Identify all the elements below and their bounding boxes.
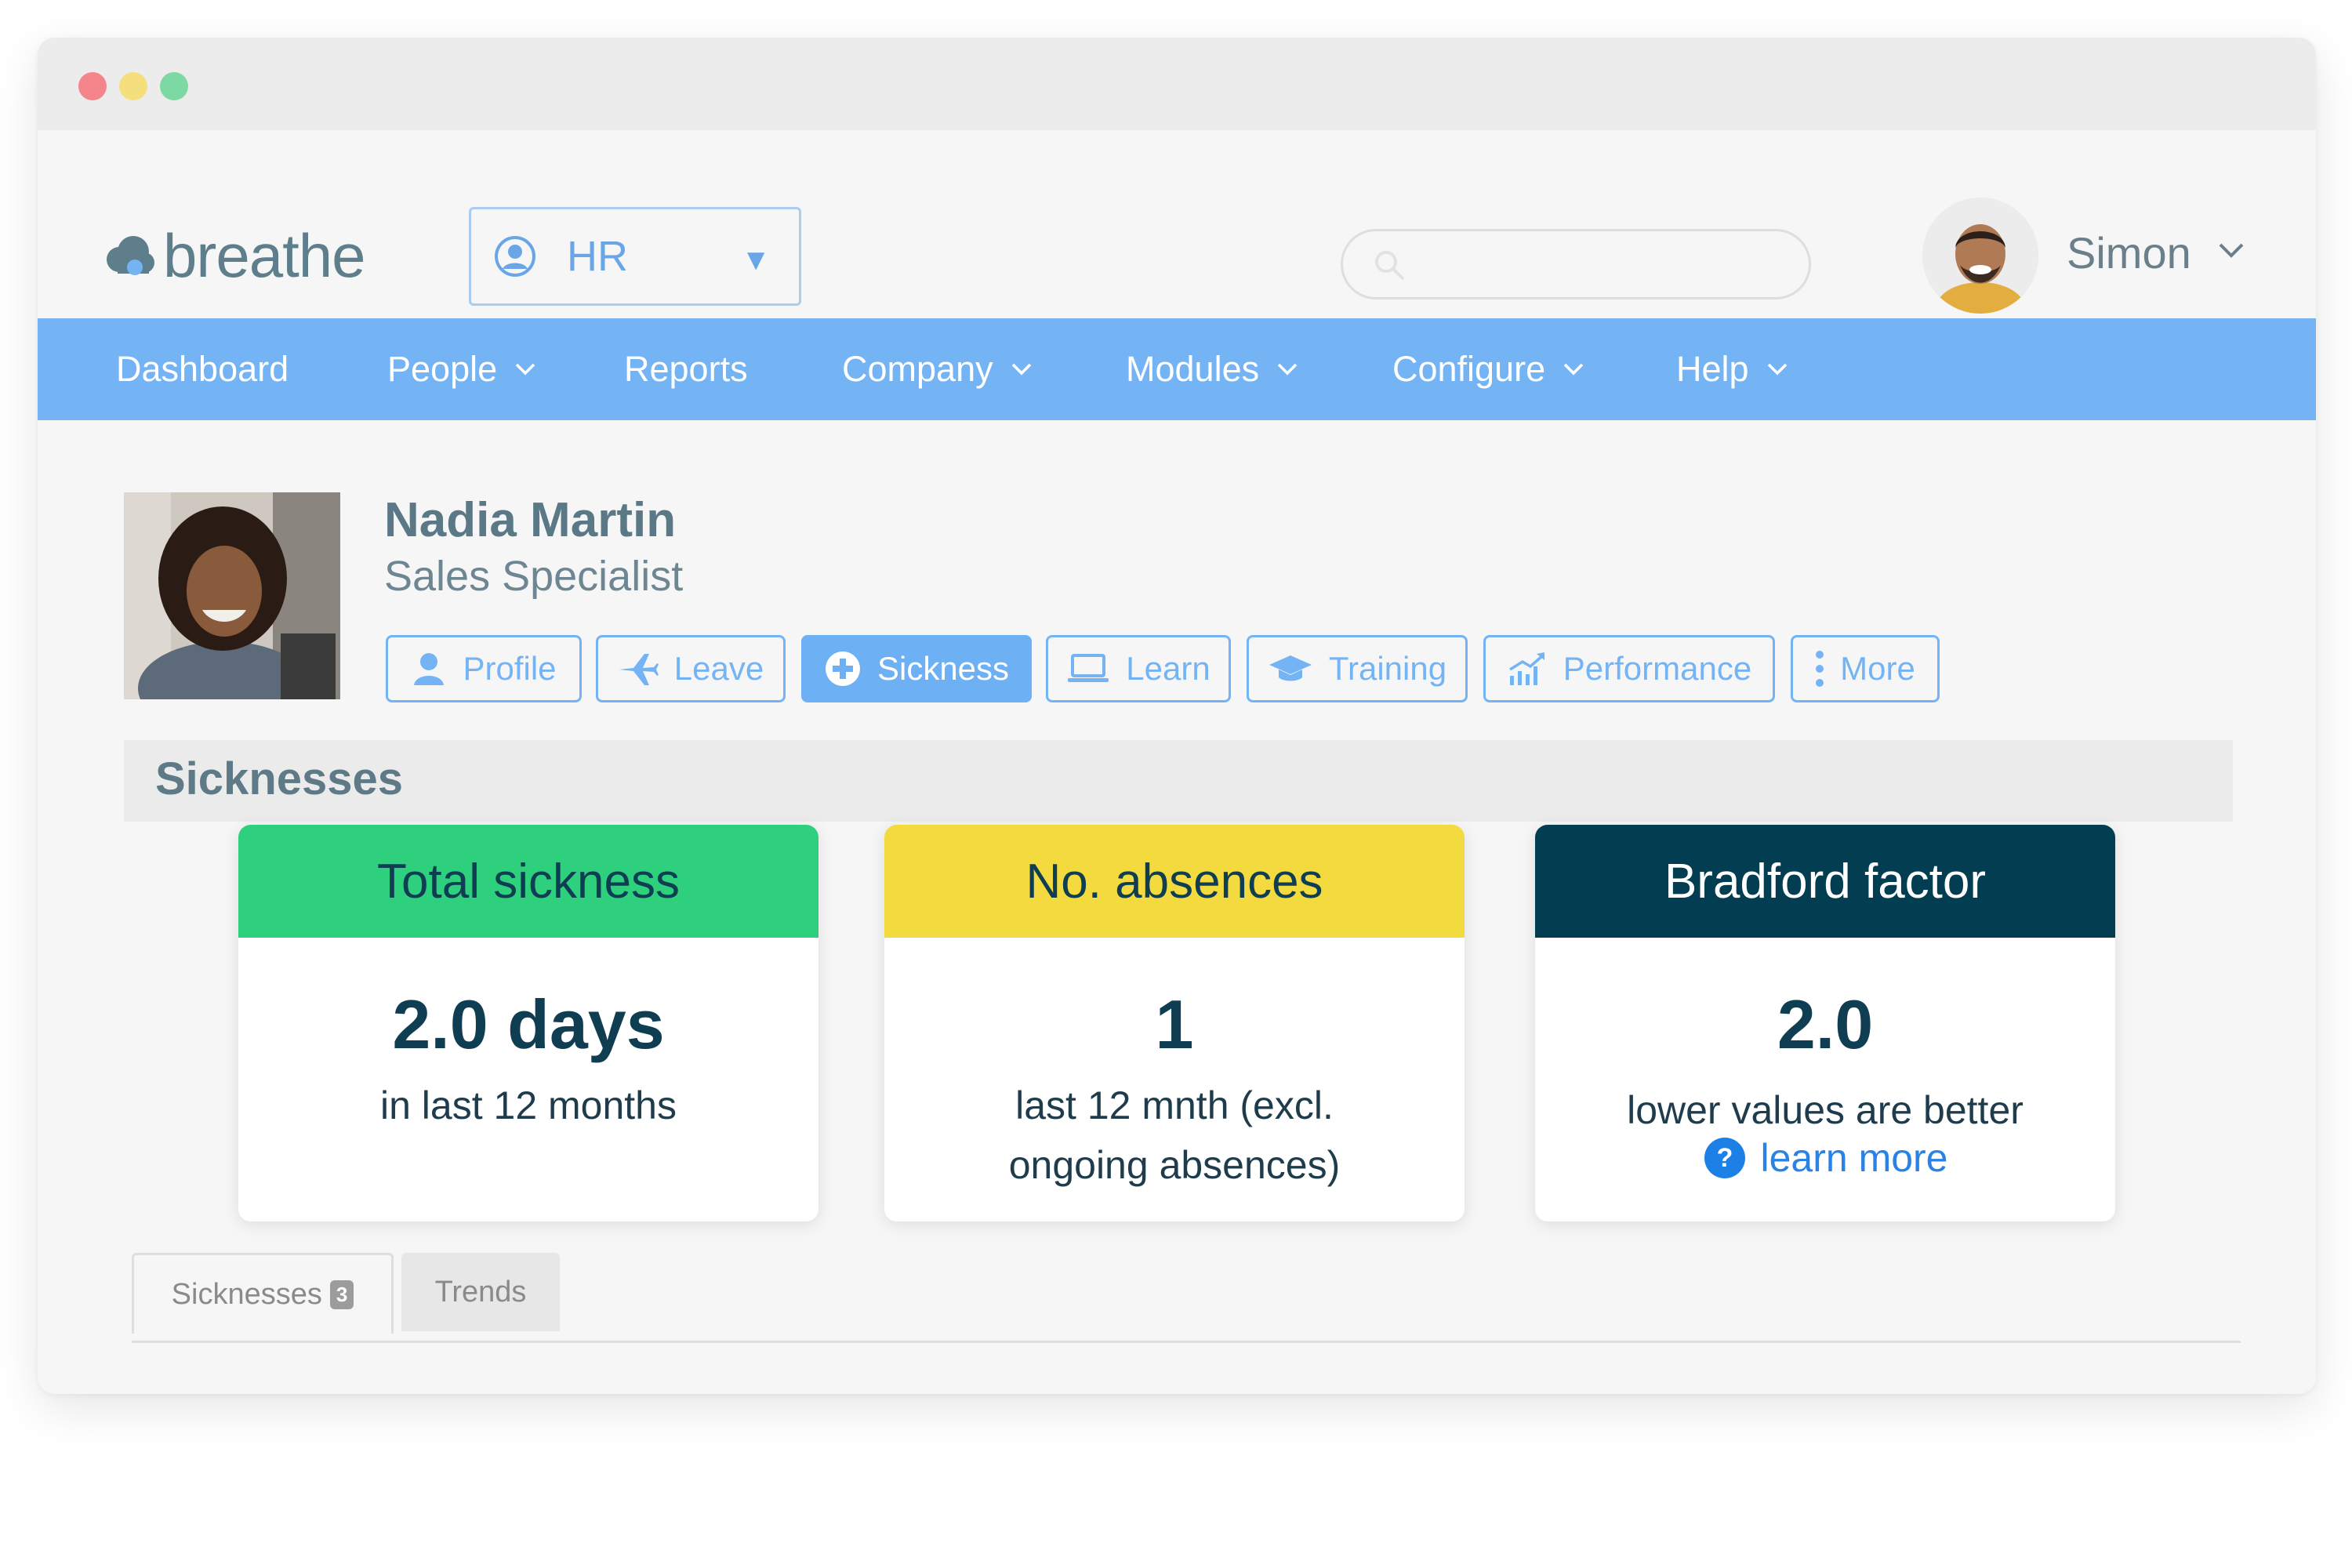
sickness-tabs: Sicknesses 3 Trends (132, 1253, 2241, 1343)
department-select-value: HR (567, 233, 628, 280)
card-header: Bradford factor (1535, 825, 2115, 938)
nav-item-label: Company (842, 349, 993, 389)
maximize-window-button[interactable] (160, 72, 188, 100)
user-circle-icon (495, 236, 535, 277)
bradford-factor-value: 2.0 (1777, 985, 1874, 1063)
tab-sickness[interactable]: Sickness (801, 635, 1032, 702)
tab-label: Profile (463, 650, 557, 687)
laptop-icon (1068, 654, 1109, 682)
plane-icon (619, 654, 659, 685)
learn-more-label: learn more (1760, 1136, 1948, 1180)
chevron-down-icon (1767, 363, 1787, 376)
search-icon (1375, 251, 1404, 280)
tab-performance[interactable]: Performance (1483, 635, 1775, 702)
tab-label: Leave (673, 650, 764, 687)
nav-item-label: Configure (1392, 349, 1546, 389)
nav-item-people[interactable]: People (387, 318, 536, 420)
tab-more[interactable]: More (1791, 635, 1940, 702)
employee-photo-image (124, 492, 340, 699)
plus-circle-icon (825, 652, 860, 686)
chevron-down-icon (1563, 363, 1584, 376)
search-box[interactable] (1341, 229, 1811, 299)
chevron-down-icon (515, 363, 535, 376)
close-window-button[interactable] (78, 72, 107, 100)
nav-item-label: Dashboard (116, 349, 289, 389)
chevron-down-icon[interactable] (2217, 241, 2245, 260)
tab-label: Sickness (877, 650, 1010, 687)
tab-label: Performance (1563, 650, 1752, 687)
cloud-icon (107, 236, 154, 275)
count-badge: 3 (329, 1279, 354, 1309)
breathe-logo[interactable]: breathe (102, 221, 366, 290)
card-header: No. absences (884, 825, 1465, 938)
card-subtitle: lower values are better (1627, 1088, 2024, 1132)
tab-training[interactable]: Training (1247, 635, 1468, 702)
tab-learn[interactable]: Learn (1046, 635, 1231, 702)
chevron-down-icon (1011, 363, 1031, 376)
brand-name: breathe (163, 221, 366, 290)
card-subtitle-line: last 12 mnth (excl. (1015, 1083, 1334, 1127)
tab-label: More (1840, 650, 1915, 687)
search-input[interactable] (1418, 241, 1790, 289)
nav-item-label: Modules (1126, 349, 1260, 389)
chevron-down-icon (1277, 363, 1298, 376)
graduation-cap-icon (1269, 655, 1312, 681)
section-title: Sicknesses (155, 753, 404, 804)
nav-item-help[interactable]: Help (1676, 318, 1788, 420)
tab-label: Training (1328, 650, 1447, 687)
tab-label: Trends (434, 1275, 527, 1308)
svg-text:?: ? (1716, 1143, 1733, 1173)
nav-item-company[interactable]: Company (842, 318, 1033, 420)
caret-down-icon: ▼ (741, 244, 771, 277)
employee-photo (124, 492, 340, 699)
tab-sicknesses[interactable]: Sicknesses 3 (132, 1253, 394, 1334)
window-titlebar (38, 38, 2316, 130)
nav-item-reports[interactable]: Reports (624, 318, 748, 420)
sicknesses-section-header: Sicknesses (124, 740, 2233, 822)
tab-trends[interactable]: Trends (401, 1253, 560, 1331)
bradford-factor-card: Bradford factor 2.0 lower values are bet… (1535, 825, 2115, 1221)
card-subtitle: in last 12 months (380, 1083, 677, 1127)
learn-more-link[interactable]: ? learn more (1535, 1135, 2115, 1181)
user-icon (414, 653, 445, 685)
card-subtitle: last 12 mnth (excl. ongoing absences) (884, 1076, 1465, 1195)
more-vertical-icon (1816, 651, 1824, 687)
nav-item-configure[interactable]: Configure (1392, 318, 1584, 420)
main-nav: Dashboard People Reports Company Modules… (38, 318, 2316, 420)
total-sickness-card: Total sickness 2.0 days in last 12 month… (238, 825, 818, 1221)
card-header: Total sickness (238, 825, 818, 938)
tab-label: Learn (1126, 650, 1210, 687)
employee-name: Nadia Martin (384, 493, 677, 547)
absences-value: 1 (1155, 985, 1194, 1063)
minimize-window-button[interactable] (119, 72, 147, 100)
total-sickness-value: 2.0 days (392, 985, 665, 1063)
nav-item-modules[interactable]: Modules (1126, 318, 1298, 420)
user-avatar[interactable] (1922, 198, 2038, 314)
tab-leave[interactable]: Leave (596, 635, 786, 702)
user-avatar-image (1922, 198, 2038, 314)
help-circle-icon: ? (1704, 1138, 1745, 1178)
employee-job-title: Sales Specialist (384, 553, 684, 600)
nav-item-label: Reports (624, 349, 748, 389)
chart-up-icon (1508, 652, 1544, 685)
nav-item-label: People (387, 349, 498, 389)
nav-item-label: Help (1676, 349, 1749, 389)
user-menu-name[interactable]: Simon (2067, 227, 2191, 278)
tab-label: Sicknesses (171, 1277, 322, 1311)
browser-window: breathe HR ▼ Simon Dashboard People Repo… (38, 38, 2316, 1394)
nav-item-dashboard[interactable]: Dashboard (116, 318, 289, 420)
card-subtitle-line: ongoing absences) (1008, 1143, 1341, 1187)
tab-profile[interactable]: Profile (386, 635, 582, 702)
absences-card: No. absences 1 last 12 mnth (excl. ongoi… (884, 825, 1465, 1221)
department-select[interactable]: HR ▼ (469, 207, 801, 306)
